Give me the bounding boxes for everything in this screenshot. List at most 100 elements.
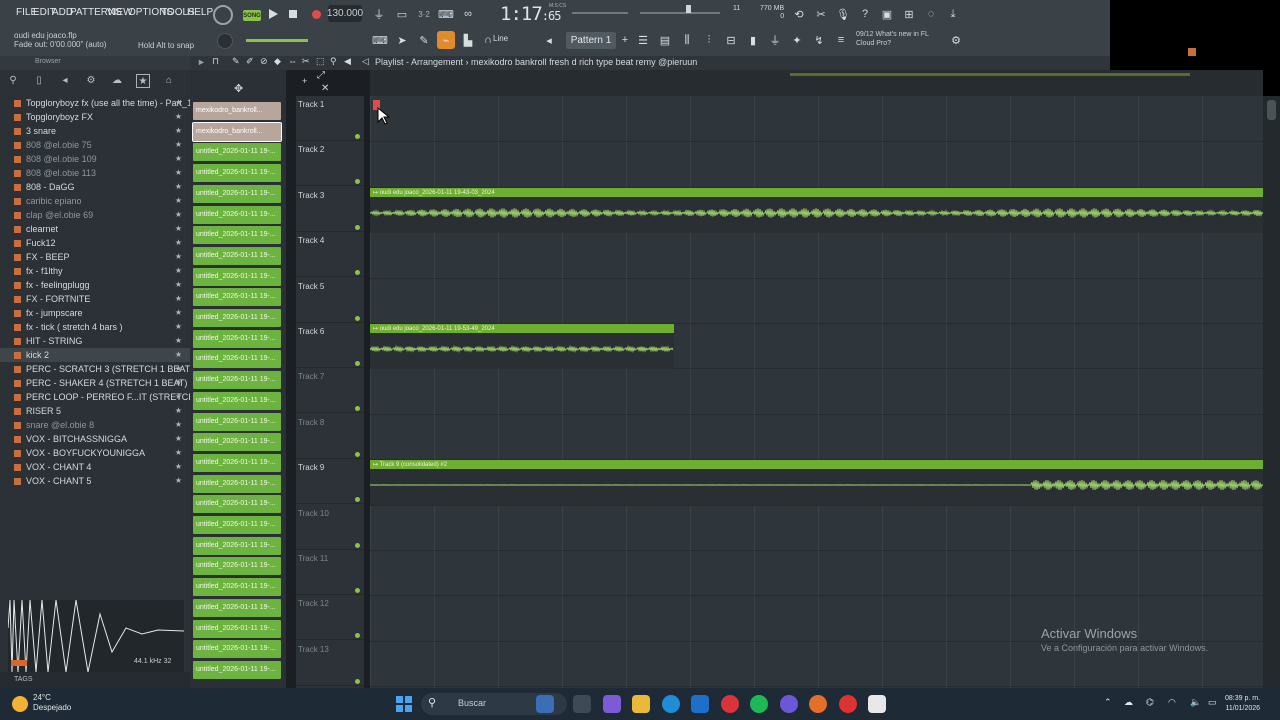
track-mute-led[interactable] (355, 179, 360, 185)
track-name[interactable]: Track 12 (298, 599, 329, 608)
save-icon[interactable]: ▣ (878, 5, 896, 23)
brush-icon[interactable]: ✎ (415, 31, 433, 49)
browser-tags-icon[interactable]: ⌂ (162, 74, 176, 88)
browser-item[interactable]: fx - f1lthy ★ (0, 264, 190, 278)
play-button[interactable] (264, 5, 282, 23)
favorite-star-icon[interactable]: ★ (175, 96, 182, 110)
picker-clip[interactable]: untitled_2026-01-11 19-... (193, 371, 281, 390)
picker-clip[interactable]: untitled_2026-01-11 19-... (193, 598, 281, 617)
track-header[interactable]: Track 5 (296, 278, 364, 323)
favorite-star-icon[interactable]: ★ (175, 362, 182, 376)
playlist-menu-icon[interactable]: ◁ (362, 56, 369, 67)
task-view-icon[interactable] (573, 695, 591, 713)
browser-item[interactable]: fx - jumpscare ★ (0, 306, 190, 320)
browser-item[interactable]: VOX - CHANT 5 ★ (0, 474, 190, 488)
chat-icon[interactable]: ◌ (922, 5, 940, 23)
favorite-star-icon[interactable]: ★ (175, 432, 182, 446)
browser-item[interactable]: Fuck12 ★ (0, 236, 190, 250)
track-name[interactable]: Track 2 (298, 145, 324, 154)
wait-input-icon[interactable]: ▭ (393, 5, 411, 23)
browser-item[interactable]: fx - tick ( stretch 4 bars ) ★ (0, 320, 190, 334)
track-name[interactable]: Track 3 (298, 191, 324, 200)
favorite-star-icon[interactable]: ★ (175, 390, 182, 404)
plugin-icon[interactable]: ⊞ (900, 5, 918, 23)
favorite-star-icon[interactable]: ★ (175, 124, 182, 138)
favorite-star-icon[interactable]: ★ (175, 292, 182, 306)
favorite-star-icon[interactable]: ★ (175, 460, 182, 474)
stamp-icon[interactable]: ▙ (459, 31, 477, 49)
delete-tool-icon[interactable]: ⊘ (260, 56, 268, 67)
tempo-tapper-icon[interactable]: ↯ (810, 31, 828, 49)
picker-clip[interactable]: untitled_2026-01-11 19-... (193, 516, 281, 534)
browser-item[interactable]: snare @el.obie 8 ★ (0, 418, 190, 432)
download-icon[interactable]: ⤓ (944, 5, 962, 23)
picker-clip[interactable]: untitled_2026-01-11 19-... (193, 660, 281, 679)
track-header[interactable]: Track 7 (296, 368, 364, 414)
track-name[interactable]: Track 8 (298, 418, 324, 427)
plug-icon[interactable]: ⏚ (766, 31, 784, 49)
favorite-star-icon[interactable]: ★ (175, 320, 182, 334)
browser-back-icon[interactable]: ◂ (58, 74, 72, 88)
touch-keyboard-icon[interactable]: ✦ (788, 31, 806, 49)
picker-clip[interactable]: untitled_2026-01-11 19-... (193, 433, 281, 452)
tray-volume-icon[interactable]: 🔈 (1190, 697, 1201, 708)
favorite-star-icon[interactable]: ★ (175, 348, 182, 362)
track-name[interactable]: Track 1 (298, 100, 324, 109)
picker-clip[interactable]: untitled_2026-01-11 19-... (193, 226, 281, 245)
undo-history-icon[interactable]: ⟲ (790, 5, 808, 23)
playlist-icon[interactable]: ☰ (634, 31, 652, 49)
track-header[interactable]: Track 1 (296, 96, 364, 141)
picker-clip[interactable]: untitled_2026-01-11 19-... (193, 205, 281, 224)
browser-files-icon[interactable]: ▯ (32, 74, 46, 88)
prev-pattern-icon[interactable]: ◂ (540, 31, 558, 49)
pitch-knob[interactable] (217, 33, 233, 49)
track-name[interactable]: Track 11 (298, 554, 328, 563)
track-mute-led[interactable] (355, 497, 360, 503)
picker-clip[interactable]: untitled_2026-01-11 19-... (193, 246, 281, 265)
browser-item[interactable]: VOX - CHANT 4 ★ (0, 460, 190, 474)
picker-clip[interactable]: untitled_2026-01-11 19-... (193, 474, 281, 493)
playback-tool-icon[interactable]: ◀ (344, 56, 351, 67)
edge-icon[interactable] (662, 695, 680, 713)
picker-clip[interactable]: untitled_2026-01-11 19-... (193, 412, 281, 431)
browser-item[interactable]: FX - FORTNITE ★ (0, 292, 190, 306)
picker-clip[interactable]: untitled_2026-01-11 19-... (193, 391, 281, 410)
browser-item[interactable]: kick 2 ★ (0, 348, 190, 362)
news-panel[interactable]: 09/12 What's new in FL Cloud Pro? (856, 30, 929, 48)
menu-help[interactable]: HELP (187, 7, 213, 18)
plugin-database-icon[interactable]: ▮ (744, 31, 762, 49)
browser-item[interactable]: RISER 5 ★ (0, 404, 190, 418)
picker-clip[interactable]: untitled_2026-01-11 19-... (193, 619, 281, 638)
track-header[interactable]: Track 6 (296, 323, 364, 368)
favorite-star-icon[interactable]: ★ (175, 250, 182, 264)
slip-tool-icon[interactable]: ⇔ (288, 56, 297, 66)
favorite-star-icon[interactable]: ★ (175, 278, 182, 292)
browser-cloud-icon[interactable]: ☁ (110, 74, 124, 88)
zoom-tool-icon[interactable]: ⚲ (330, 56, 337, 67)
browser-options-icon[interactable]: ⚲ (6, 74, 20, 88)
browser-item[interactable]: fx - feelingplugg ★ (0, 278, 190, 292)
track-header[interactable]: Track 9 (296, 459, 364, 505)
playlist-snap-icon[interactable]: ⊓ (212, 56, 219, 67)
favorite-star-icon[interactable]: ★ (175, 194, 182, 208)
scrollbar-thumb[interactable] (1267, 100, 1276, 120)
favorite-star-icon[interactable]: ★ (175, 264, 182, 278)
picker-clip[interactable]: untitled_2026-01-11 19-... (193, 329, 281, 348)
fl-studio-icon[interactable] (809, 695, 827, 713)
picker-clip[interactable]: untitled_2026-01-11 19-... (193, 309, 281, 327)
track-name[interactable]: Track 9 (298, 463, 324, 472)
add-pattern-icon[interactable]: + (616, 31, 634, 49)
browser-item[interactable]: HIT - STRING ★ (0, 334, 190, 348)
tray-battery-icon[interactable]: ▭ (1208, 697, 1217, 708)
favorite-star-icon[interactable]: ★ (175, 376, 182, 390)
picker-clip[interactable]: untitled_2026-01-11 19-... (193, 184, 281, 203)
mute-tool-icon[interactable]: ◆ (274, 56, 281, 67)
close-picker-icon[interactable]: ✕ (321, 83, 329, 94)
favorite-star-icon[interactable]: ★ (175, 418, 182, 432)
chrome-icon[interactable] (839, 695, 857, 713)
taskbar-clock[interactable]: 08:39 p. m. 11/01/2026 (1225, 694, 1260, 714)
slice-tool-icon[interactable]: ✂ (302, 56, 310, 67)
browser-item[interactable]: 3 snare ★ (0, 124, 190, 138)
tags-bar[interactable]: TAGS (0, 672, 190, 688)
picker-clip[interactable]: mexikodro_bankroll... (193, 102, 281, 120)
